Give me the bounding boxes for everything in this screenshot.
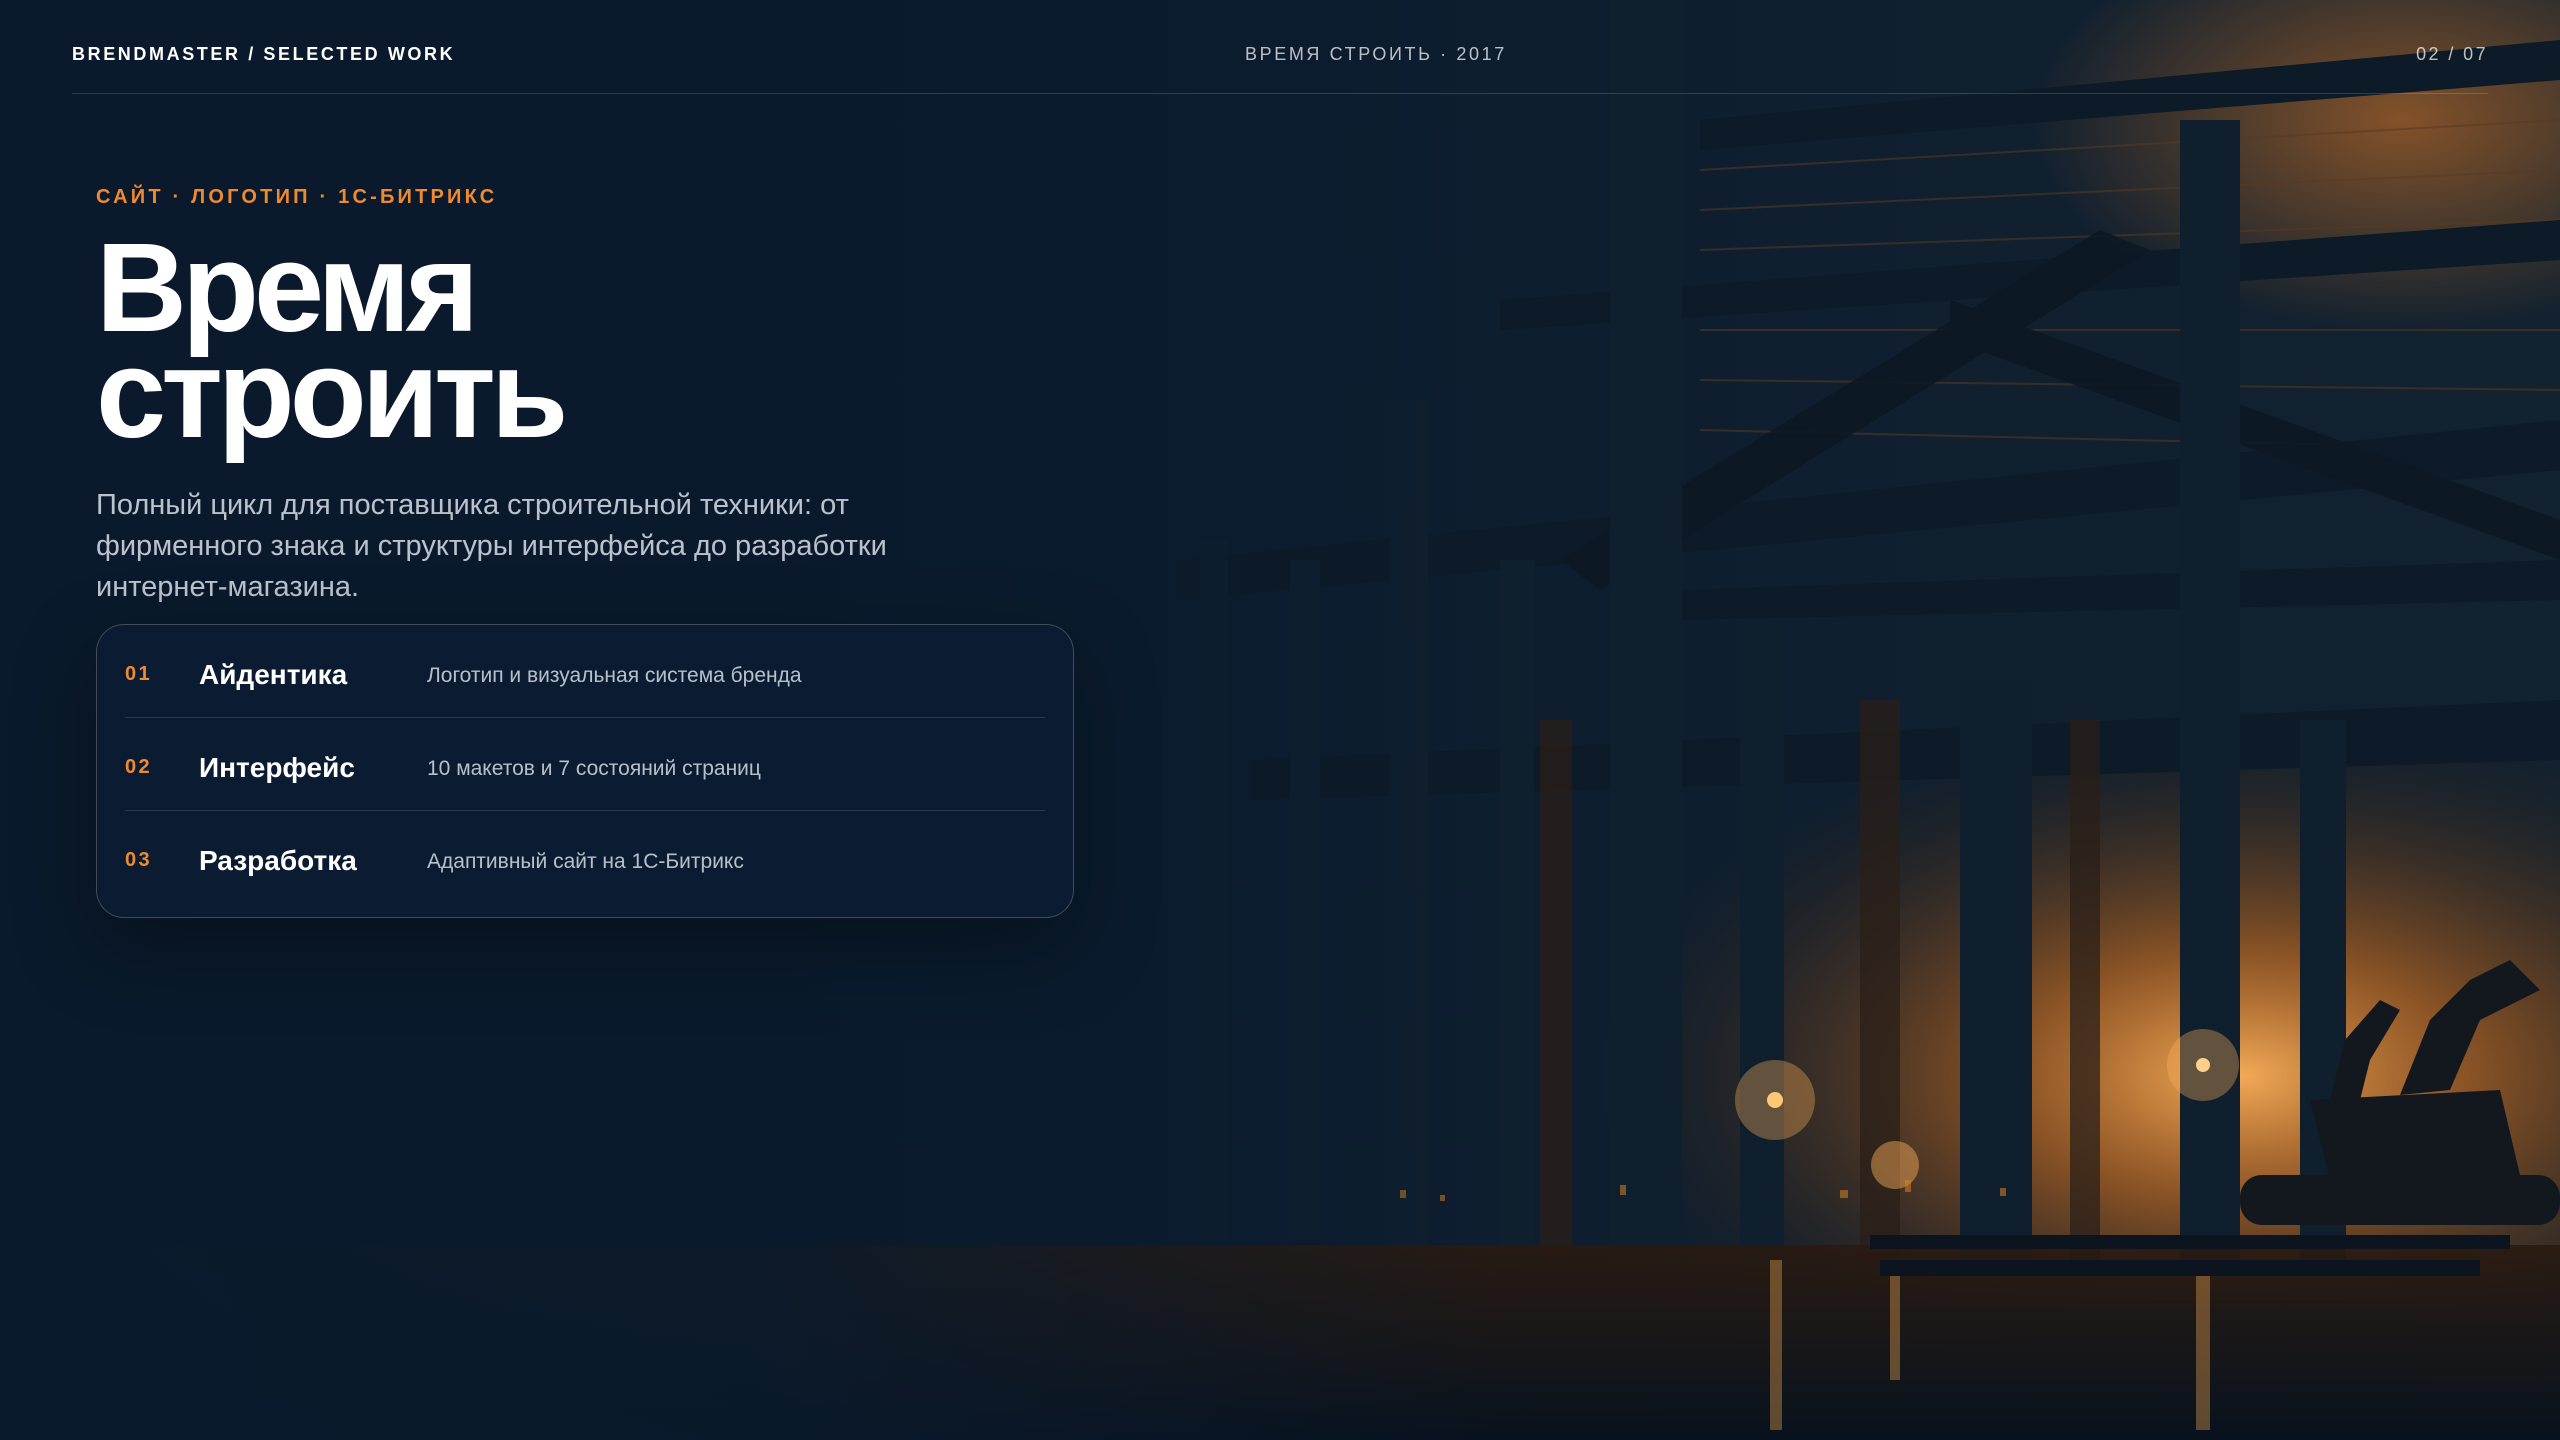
project-caption: ВРЕМЯ СТРОИТЬ · 2017 [1245,44,1507,64]
project-description: Полный цикл для поставщика строительной … [96,489,887,603]
page-title-line-2: строить [96,323,568,464]
brand-breadcrumb[interactable]: BRENDMASTER / SELECTED WORK [72,44,455,65]
stage-row: 01 Айдентика Логотип и визуальная систем… [125,625,1045,718]
stage-description: 10 макетов и 7 состояний страниц [427,757,761,780]
slide-counter: 02 / 07 [2416,44,2488,64]
stage-description: Адаптивный сайт на 1С-Битрикс [427,850,744,873]
project-tags: САЙТ · ЛОГОТИП · 1С-БИТРИКС [96,186,498,208]
stage-description: Логотип и визуальная система бренда [427,664,802,687]
top-bar: BRENDMASTER / SELECTED WORK ВРЕМЯ СТРОИТ… [72,0,2488,94]
stage-number: 03 [125,849,153,871]
stage-number: 01 [125,663,153,685]
stage-row: 03 Разработка Адаптивный сайт на 1С-Битр… [125,811,1045,903]
stage-title: Интерфейс [199,752,355,783]
stage-number: 02 [125,756,153,778]
stage-title: Разработка [199,845,357,876]
project-intro: САЙТ · ЛОГОТИП · 1С-БИТРИКС Время строит… [96,186,1076,608]
page-title: Время строить [96,225,1076,464]
stages-card: 01 Айдентика Логотип и визуальная систем… [96,624,1074,918]
stage-row: 02 Интерфейс 10 макетов и 7 состояний ст… [125,718,1045,811]
stage-title: Айдентика [199,659,348,690]
